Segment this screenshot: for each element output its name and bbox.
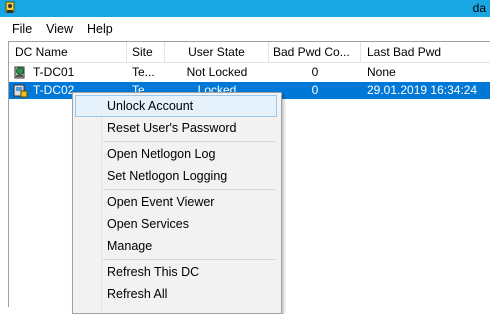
cell-site: Te... bbox=[132, 65, 155, 79]
column-header-site[interactable]: Site bbox=[127, 42, 165, 62]
menu-separator bbox=[103, 259, 275, 260]
menu-item-reset-password[interactable]: Reset User's Password bbox=[75, 117, 277, 139]
menu-separator bbox=[103, 189, 275, 190]
menu-item-open-event-viewer[interactable]: Open Event Viewer bbox=[75, 191, 277, 213]
cell-last-bad-pwd: None bbox=[367, 65, 396, 79]
cell-last-bad-pwd: 29.01.2019 16:34:24 bbox=[367, 83, 478, 97]
menu-view[interactable]: View bbox=[39, 17, 80, 41]
dc-name-text: T-DC01 bbox=[33, 65, 75, 79]
menu-item-set-netlogon-logging[interactable]: Set Netlogon Logging bbox=[75, 165, 277, 187]
column-header-user-state[interactable]: User State bbox=[165, 42, 269, 62]
menu-separator bbox=[103, 141, 275, 142]
cell-bad-pwd-count: 0 bbox=[311, 65, 319, 79]
list-header: DC Name Site User State Bad Pwd Co... La… bbox=[9, 42, 490, 63]
context-menu: Unlock Account Reset User's Password Ope… bbox=[72, 92, 282, 314]
domain-controller-icon bbox=[14, 66, 25, 79]
menu-item-unlock-account[interactable]: Unlock Account bbox=[75, 95, 277, 117]
menu-bar: File View Help bbox=[0, 17, 490, 41]
menu-item-refresh-this-dc[interactable]: Refresh This DC bbox=[75, 261, 277, 283]
menu-file[interactable]: File bbox=[0, 17, 39, 41]
column-header-last-bad-pwd[interactable]: Last Bad Pwd bbox=[361, 42, 490, 62]
menu-item-open-netlogon-log[interactable]: Open Netlogon Log bbox=[75, 143, 277, 165]
menu-help[interactable]: Help bbox=[80, 17, 120, 41]
app-icon bbox=[5, 1, 15, 13]
cell-user-state: Not Locked bbox=[186, 65, 248, 79]
locked-dc-icon bbox=[13, 84, 28, 98]
title-bar: da bbox=[0, 0, 490, 17]
cell-bad-pwd-count: 0 bbox=[311, 83, 319, 97]
table-row[interactable]: T-DC01 Te... Not Locked 0 None bbox=[9, 64, 490, 81]
window-title: da bbox=[472, 1, 486, 15]
column-header-bad-pwd-count[interactable]: Bad Pwd Co... bbox=[269, 42, 361, 62]
dc-name-text: T-DC02 bbox=[33, 83, 75, 97]
column-header-dc-name[interactable]: DC Name bbox=[9, 42, 127, 62]
menu-item-refresh-all[interactable]: Refresh All bbox=[75, 283, 277, 305]
cell-dc-name: T-DC01 bbox=[9, 64, 127, 81]
menu-item-open-services[interactable]: Open Services bbox=[75, 213, 277, 235]
menu-item-manage[interactable]: Manage bbox=[75, 235, 277, 257]
